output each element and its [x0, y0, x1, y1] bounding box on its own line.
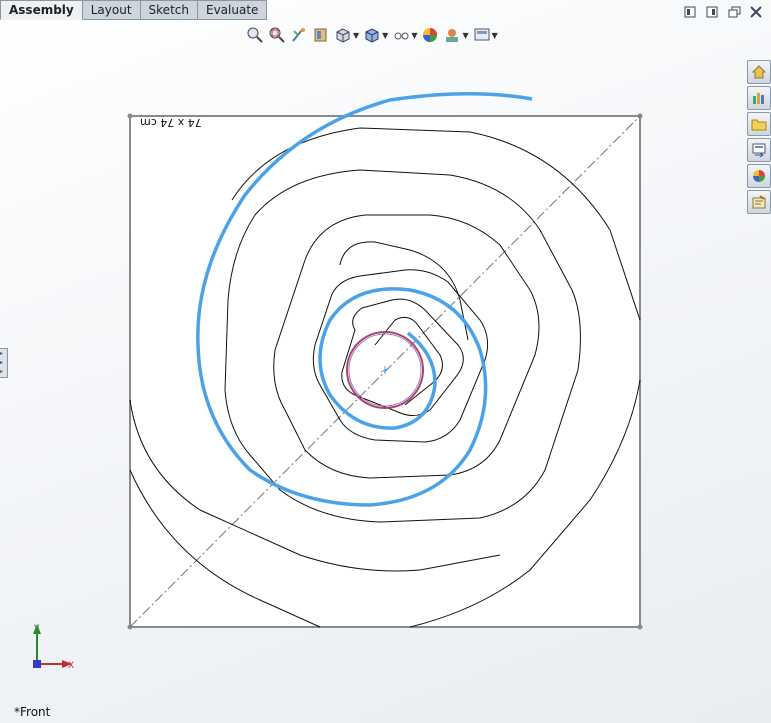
graphics-area[interactable]: Y X: [0, 0, 771, 723]
sheet-size-label: 74 x 74 cm: [140, 116, 202, 129]
reference-triad: Y X: [33, 624, 74, 671]
view-orientation-label: *Front: [14, 705, 51, 719]
triad-y-label: Y: [33, 624, 40, 634]
frame-corner-point: [637, 624, 643, 630]
frame-corner-point: [127, 113, 133, 119]
triad-x-label: X: [68, 661, 74, 671]
